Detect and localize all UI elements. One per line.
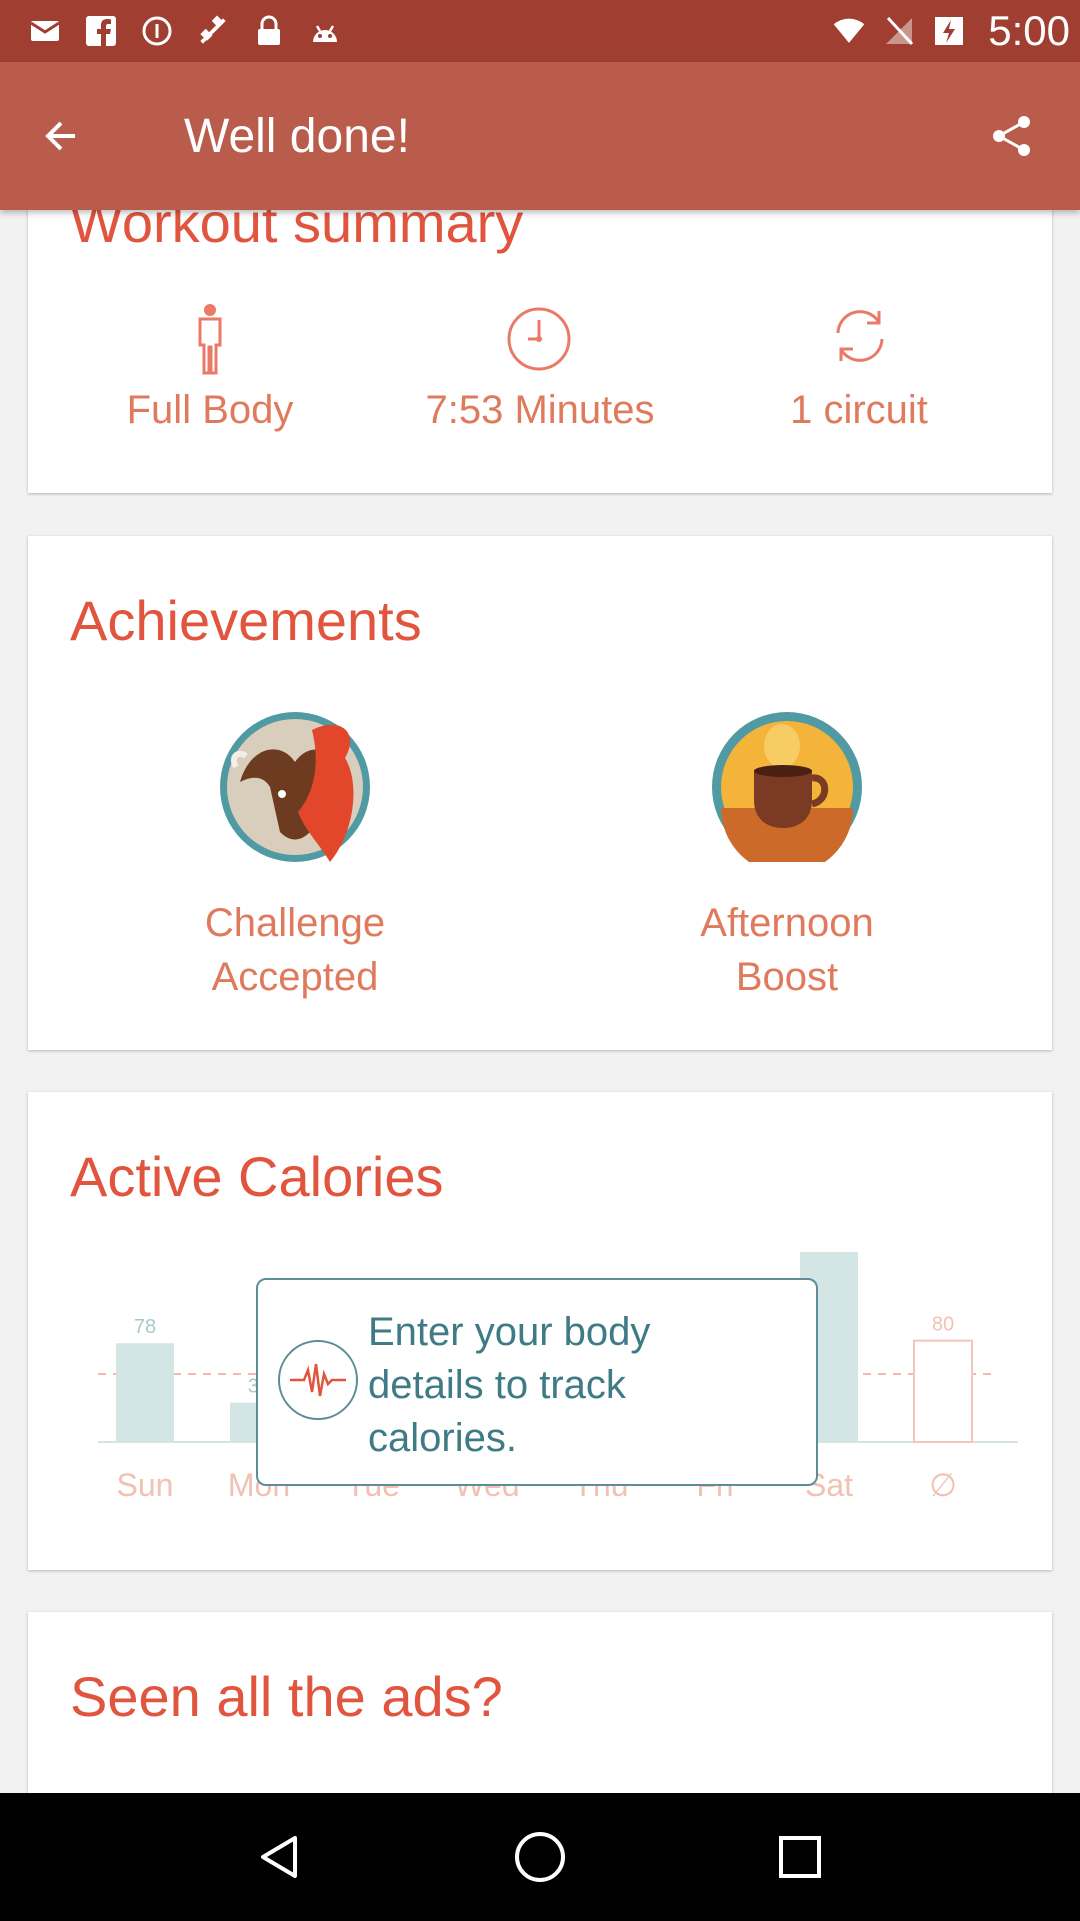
email-notification-icon: [28, 14, 62, 48]
status-bar: 5:00: [0, 0, 1080, 62]
tooltip-message: Enter your body details to track calorie…: [368, 1306, 768, 1465]
share-icon: [993, 116, 1030, 156]
challenge-accepted-badge[interactable]: [220, 712, 370, 862]
active-calories-title: Active Calories: [70, 1145, 444, 1208]
arrow-back-icon: [45, 121, 75, 151]
heartbeat-icon: [278, 1340, 358, 1420]
workout-summary-title: Workout summary: [70, 210, 524, 254]
bar-value-sun: 78: [134, 1316, 156, 1338]
body-icon: [178, 298, 242, 380]
no-signal-icon: [882, 14, 916, 48]
calories-tooltip[interactable]: Enter your body details to track calorie…: [256, 1278, 818, 1486]
achievements-card: Achievements Challenge Accepted Afternoo…: [28, 536, 1052, 1050]
nav-back-icon: [261, 1836, 297, 1878]
scroll-content[interactable]: Workout summary Full Body 7:53 Minutes 1…: [0, 210, 1080, 1793]
notification-icons: [28, 14, 342, 48]
bar-sun: [116, 1343, 174, 1442]
achievements-title: Achievements: [70, 589, 422, 652]
bar-value-sat: 150: [812, 1242, 845, 1247]
ads-card-title: Seen all the ads?: [70, 1665, 503, 1728]
active-calories-card: Active Calories 78Sun31MonTueWedThuFri15…: [28, 1092, 1052, 1570]
share-button[interactable]: [982, 106, 1042, 166]
clock-icon: [505, 305, 573, 373]
challenge-accepted-line2: Accepted: [211, 955, 379, 999]
nav-recents-button[interactable]: [750, 1807, 850, 1907]
challenge-accepted-label: Challenge Accepted: [165, 896, 425, 1004]
bar-∅: [913, 1339, 973, 1443]
status-clock: 5:00: [988, 7, 1070, 54]
back-button[interactable]: [28, 103, 94, 169]
facebook-icon: [84, 14, 118, 48]
refresh-icon: [824, 300, 896, 372]
bar-value-∅: 80: [932, 1314, 954, 1336]
tooltip-line3: calories.: [368, 1416, 517, 1460]
workout-summary-card: Workout summary Full Body 7:53 Minutes 1…: [28, 210, 1052, 493]
duration-label: 7:53 Minutes: [425, 388, 655, 432]
system-status: 5:00: [832, 7, 1070, 55]
satellite-icon: [196, 14, 230, 48]
afternoon-boost-line1: Afternoon: [700, 901, 874, 945]
nav-recents-icon: [779, 1836, 821, 1878]
circuits-label: 1 circuit: [790, 388, 928, 432]
lock-icon: [252, 14, 286, 48]
challenge-accepted-line1: Challenge: [204, 901, 386, 945]
wifi-icon: [832, 14, 866, 48]
page-title: Well done!: [184, 109, 410, 163]
body-part-label: Full Body: [126, 388, 294, 432]
android-icon: [308, 14, 342, 48]
afternoon-boost-line2: Boost: [735, 955, 839, 999]
nav-home-icon: [515, 1832, 565, 1882]
battery-charging-icon: [932, 14, 966, 48]
nav-back-button[interactable]: [230, 1807, 330, 1907]
ads-card[interactable]: Seen all the ads?: [28, 1612, 1052, 1793]
tooltip-line1: Enter your body: [368, 1310, 651, 1354]
tooltip-line2: details to track: [368, 1363, 626, 1407]
afternoon-boost-badge[interactable]: [712, 712, 862, 874]
nav-home-button[interactable]: [490, 1807, 590, 1907]
info-circle-icon: [140, 14, 174, 48]
day-label-0: Sun: [117, 1467, 174, 1502]
navigation-bar: [0, 1793, 1080, 1921]
afternoon-boost-label: Afternoon Boost: [657, 896, 917, 1004]
day-label-7: ∅: [929, 1467, 957, 1502]
app-bar: Well done!: [0, 62, 1080, 210]
